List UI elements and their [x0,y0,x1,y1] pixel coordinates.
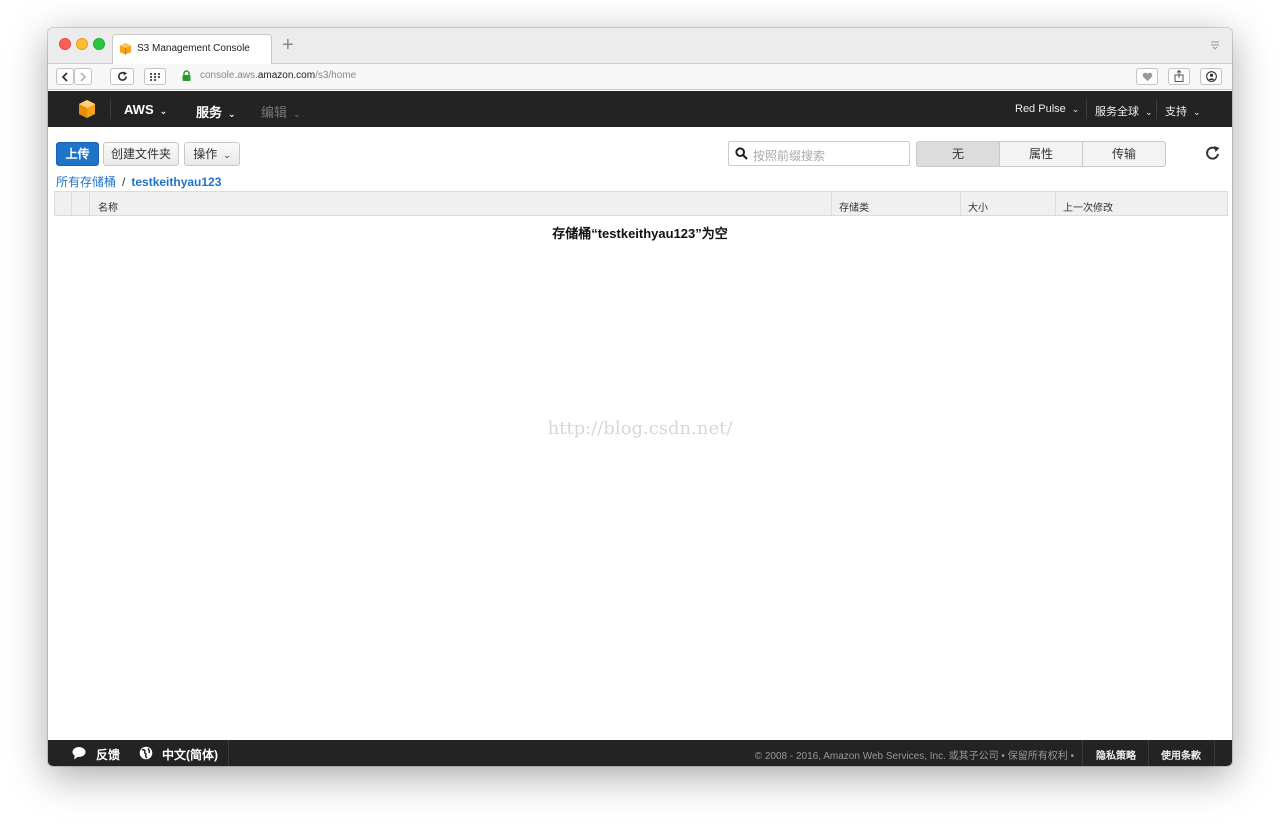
chevron-down-icon: ⌄ [223,150,231,160]
close-window-button[interactable] [59,38,71,50]
forward-arrow-icon [80,72,87,82]
column-divider [831,192,832,215]
grid-icon [150,73,160,81]
region-menu[interactable]: 服务全球 ⌄ [1095,103,1153,119]
profile-button[interactable] [1200,68,1222,85]
bookmark-button[interactable] [1136,68,1158,85]
breadcrumb-bucket[interactable]: testkeithyau123 [131,175,221,189]
create-folder-button[interactable]: 创建文件夹 [103,142,179,166]
view-properties-tab[interactable]: 属性 [999,141,1083,167]
tab-title: S3 Management Console [137,43,250,54]
forward-button[interactable] [74,68,92,85]
heart-icon [1142,72,1152,82]
terms-of-use-link[interactable]: 使用条款 [1161,747,1201,762]
minimize-window-button[interactable] [76,38,88,50]
zoom-window-button[interactable] [93,38,105,50]
aws-logo-icon[interactable] [78,99,96,119]
region-menu-label: 服务全球 [1095,106,1139,118]
globe-icon [139,746,153,760]
column-divider [89,192,90,215]
breadcrumb-separator: / [122,175,126,189]
actions-label: 操作 [193,147,218,161]
chevron-down-icon: ⌄ [1193,107,1201,117]
footer-bar: 反馈 中文(简体) © 2008 - 2016, Amazon Web Serv… [48,740,1232,766]
url-path: /s3/home [315,70,357,81]
aws-menu-label: AWS [124,102,154,117]
account-menu[interactable]: Red Pulse ⌄ [1015,103,1079,115]
search-placeholder: 按照前缀搜索 [753,149,826,163]
speech-bubble-icon [72,747,86,760]
column-divider [71,192,72,215]
address-bar-row: console.aws.amazon.com/s3/home [48,64,1232,90]
watermark: http://blog.csdn.net/ [547,418,733,439]
share-icon [1174,69,1184,82]
feedback-link[interactable]: 反馈 [96,746,120,763]
table-header: 名称 存储类 大小 上一次修改 [54,191,1228,216]
view-transfers-tab[interactable]: 传输 [1082,141,1166,167]
footer-divider [1148,740,1149,766]
aws-navigation-bar: AWS ⌄ 服务 ⌄ 编辑 ⌄ Red Pulse ⌄ 服务全球 ⌄ 支持 ⌄ [48,91,1232,127]
footer-divider [228,740,229,766]
browser-tab[interactable]: S3 Management Console [112,34,272,64]
nav-divider [1156,99,1157,119]
nav-divider [1086,99,1087,119]
view-none-tab[interactable]: 无 [916,141,1000,167]
url-domain: amazon.com [257,70,316,81]
tab-menu-icon[interactable] [1210,40,1220,50]
footer-divider [1214,740,1215,766]
empty-bucket-message: 存储桶“testkeithyau123”为空 [552,226,728,241]
upload-button[interactable]: 上传 [56,142,99,166]
services-menu-label: 服务 [196,105,223,120]
services-menu[interactable]: 服务 ⌄ [196,102,236,121]
back-arrow-icon [61,72,68,82]
column-header-size[interactable]: 大小 [968,199,988,214]
actions-dropdown[interactable]: 操作 ⌄ [184,142,240,166]
column-divider [960,192,961,215]
support-menu-label: 支持 [1165,106,1187,118]
account-menu-label: Red Pulse [1015,103,1066,115]
reload-button[interactable] [110,68,134,85]
lock-icon [182,70,191,81]
support-menu[interactable]: 支持 ⌄ [1165,103,1201,119]
user-icon [1205,71,1217,82]
breadcrumb-all-buckets[interactable]: 所有存储桶 [56,175,116,189]
refresh-icon[interactable] [1205,145,1221,161]
edit-menu[interactable]: 编辑 ⌄ [261,102,301,121]
share-button[interactable] [1168,68,1190,85]
search-icon [735,147,748,160]
column-header-last-modified[interactable]: 上一次修改 [1063,199,1113,214]
column-divider [1055,192,1056,215]
prefix-search-input[interactable]: 按照前缀搜索 [728,141,910,166]
aws-cube-icon [119,42,132,55]
edit-menu-label: 编辑 [261,105,288,120]
breadcrumb: 所有存储桶 / testkeithyau123 [56,173,221,190]
column-header-storage-class[interactable]: 存储类 [839,199,869,214]
apps-grid-button[interactable] [144,68,166,85]
chevron-down-icon: ⌄ [228,109,236,119]
copyright-text: © 2008 - 2016, Amazon Web Services, Inc.… [754,751,1074,762]
privacy-policy-link[interactable]: 隐私策略 [1096,747,1136,762]
chevron-down-icon: ⌄ [1071,104,1080,114]
chevron-down-icon: ⌄ [1145,107,1153,117]
browser-window: S3 Management Console + console.aws.amaz… [48,28,1232,766]
aws-menu[interactable]: AWS ⌄ [124,102,167,117]
new-tab-button[interactable]: + [282,33,294,57]
url-field[interactable]: console.aws.amazon.com/s3/home [200,70,356,81]
footer-divider [1082,740,1083,766]
language-selector[interactable]: 中文(简体) [162,746,218,763]
column-header-name[interactable]: 名称 [98,199,118,214]
reload-icon [117,71,127,81]
tab-bar: S3 Management Console + [48,28,1232,64]
chevron-down-icon: ⌄ [293,109,301,119]
nav-divider [110,99,111,119]
back-button[interactable] [56,68,74,85]
chevron-down-icon: ⌄ [159,106,168,116]
url-prefix: console.aws. [200,70,258,81]
